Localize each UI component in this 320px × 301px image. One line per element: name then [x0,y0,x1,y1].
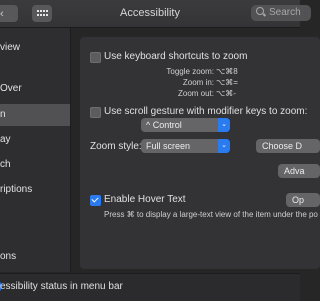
toggle-zoom-keys: ⌥⌘8 [216,67,238,76]
chevron-down-icon: ⌄ [218,139,230,153]
zoom-in-keys: ⌥⌘= [216,78,238,87]
toggle-zoom-label: Toggle zoom: [166,67,214,76]
hover-text-checkbox[interactable] [90,195,101,206]
sidebar-item-descriptions[interactable]: riptions [0,179,70,201]
modifier-key-value: ^ Control [146,120,182,130]
sidebar-item-label: Over [0,83,22,94]
advanced-label: Adva [284,166,305,176]
sidebar-item-label: view [0,42,21,53]
menu-bar-status-label: essibility status in menu bar [0,281,123,292]
sidebar-item-label: n [0,109,6,120]
sidebar-item-voiceover[interactable]: Over [0,78,70,100]
hover-text-hint: Press ⌘ to display a large-text view of … [104,210,318,219]
scroll-gesture-label: Use scroll gesture with modifier keys to… [104,106,308,117]
options-label: Op [292,195,305,205]
choose-display-button[interactable]: Choose D [256,139,320,153]
hover-text-options-button[interactable]: Op [286,193,320,207]
sidebar: view Over n ay ch riptions ons [0,28,71,272]
sidebar-item-display[interactable]: ay [0,129,70,151]
search-input[interactable]: Search [251,5,311,21]
sidebar-item-label: ons [0,251,17,262]
sidebar-item-label: ch [0,159,11,170]
modifier-key-popup[interactable]: ^ Control ⌄ [141,118,230,132]
zoom-settings-panel: Use keyboard shortcuts to zoom Toggle zo… [79,36,320,270]
status-bar: essibility status in menu bar [0,273,300,301]
chevron-down-icon: ⌄ [218,118,230,132]
zoom-in-label: Zoom in: [182,78,214,87]
zoom-out-label: Zoom out: [177,89,214,98]
sidebar-item-zoom[interactable]: n [0,104,70,126]
zoom-out-keys: ⌥⌘- [216,89,236,98]
sidebar-item-label: ay [0,134,11,145]
choose-display-label: Choose D [262,141,303,151]
sidebar-item-overview[interactable]: view [0,37,70,59]
sidebar-item-captions[interactable]: ons [0,246,70,268]
title-bar: ‹ Accessibility Search [0,0,311,28]
scroll-gesture-checkbox[interactable] [90,107,101,118]
search-placeholder: Search [269,7,301,18]
search-icon [256,7,264,15]
hover-text-label: Enable Hover Text [104,194,186,205]
zoom-style-popup[interactable]: Full screen ⌄ [141,139,230,153]
zoom-style-value: Full screen [146,141,191,151]
zoom-style-label: Zoom style: [90,141,142,152]
sidebar-item-speech[interactable]: ch [0,154,70,176]
sidebar-item-label: riptions [0,184,33,195]
keyboard-shortcuts-checkbox[interactable] [90,52,101,63]
keyboard-shortcuts-label: Use keyboard shortcuts to zoom [104,51,248,62]
advanced-button[interactable]: Adva [278,164,320,178]
